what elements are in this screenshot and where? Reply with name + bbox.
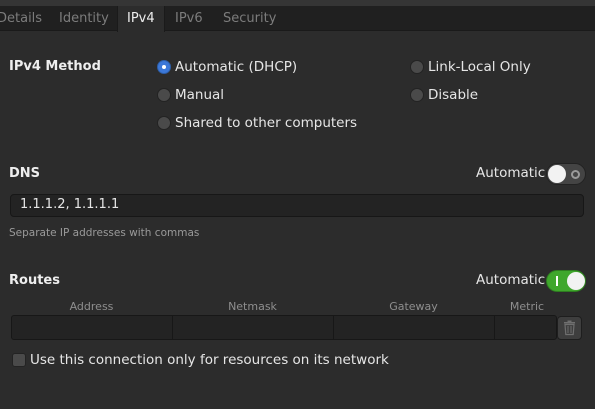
tab-security[interactable]: Security — [223, 6, 276, 31]
restrict-connection-label: Use this connection only for resources o… — [30, 352, 389, 368]
tab-identity[interactable]: Identity — [59, 6, 109, 31]
radio-link-local-only[interactable]: Link-Local Only — [410, 58, 531, 76]
column-header-metric: Metric — [509, 300, 545, 313]
ipv4-method-label: IPv4 Method — [9, 59, 101, 74]
radio-link-local-only-label: Link-Local Only — [428, 59, 531, 75]
trash-icon — [564, 320, 575, 336]
radio-automatic-dhcp-label: Automatic (DHCP) — [175, 59, 298, 75]
tab-ipv6[interactable]: IPv6 — [175, 6, 203, 31]
switch-on-indicator-icon — [556, 276, 558, 286]
radio-shared[interactable]: Shared to other computers — [157, 114, 357, 132]
radio-unchecked-icon — [410, 60, 424, 74]
radio-unchecked-icon — [157, 116, 171, 130]
tab-ipv4[interactable]: IPv4 — [117, 6, 165, 32]
routes-automatic-label: Automatic — [476, 272, 546, 288]
radio-checked-icon — [157, 60, 171, 74]
radio-disable-label: Disable — [428, 87, 479, 103]
dns-hint: Separate IP addresses with commas — [9, 227, 200, 239]
radio-disable[interactable]: Disable — [410, 86, 478, 104]
radio-unchecked-icon — [157, 88, 171, 102]
switch-knob — [548, 165, 566, 183]
route-delete-button[interactable] — [557, 316, 582, 340]
radio-shared-label: Shared to other computers — [175, 115, 358, 131]
dns-automatic-switch[interactable] — [546, 163, 586, 185]
route-gateway-input[interactable] — [333, 315, 495, 340]
radio-automatic-dhcp[interactable]: Automatic (DHCP) — [157, 58, 297, 76]
dns-label: DNS — [9, 166, 41, 181]
tab-details[interactable]: Details — [0, 6, 42, 31]
restrict-connection-checkbox[interactable] — [12, 353, 26, 367]
column-header-gateway: Gateway — [389, 300, 438, 313]
route-address-input[interactable] — [11, 315, 173, 340]
radio-manual-label: Manual — [175, 87, 225, 103]
switch-knob — [567, 272, 585, 290]
column-header-address: Address — [69, 300, 114, 313]
dns-automatic-label: Automatic — [476, 165, 546, 181]
column-header-netmask: Netmask — [228, 300, 277, 313]
route-metric-input[interactable] — [494, 315, 557, 340]
route-netmask-input[interactable] — [172, 315, 334, 340]
routes-label: Routes — [9, 273, 60, 288]
radio-unchecked-icon — [410, 88, 424, 102]
tab-bar: Details Identity IPv4 IPv6 Security — [0, 6, 595, 32]
radio-manual[interactable]: Manual — [157, 86, 224, 104]
dns-servers-input[interactable]: 1.1.1.2, 1.1.1.1 — [10, 194, 584, 217]
switch-off-indicator-icon — [571, 170, 580, 179]
routes-automatic-switch[interactable] — [546, 270, 586, 292]
